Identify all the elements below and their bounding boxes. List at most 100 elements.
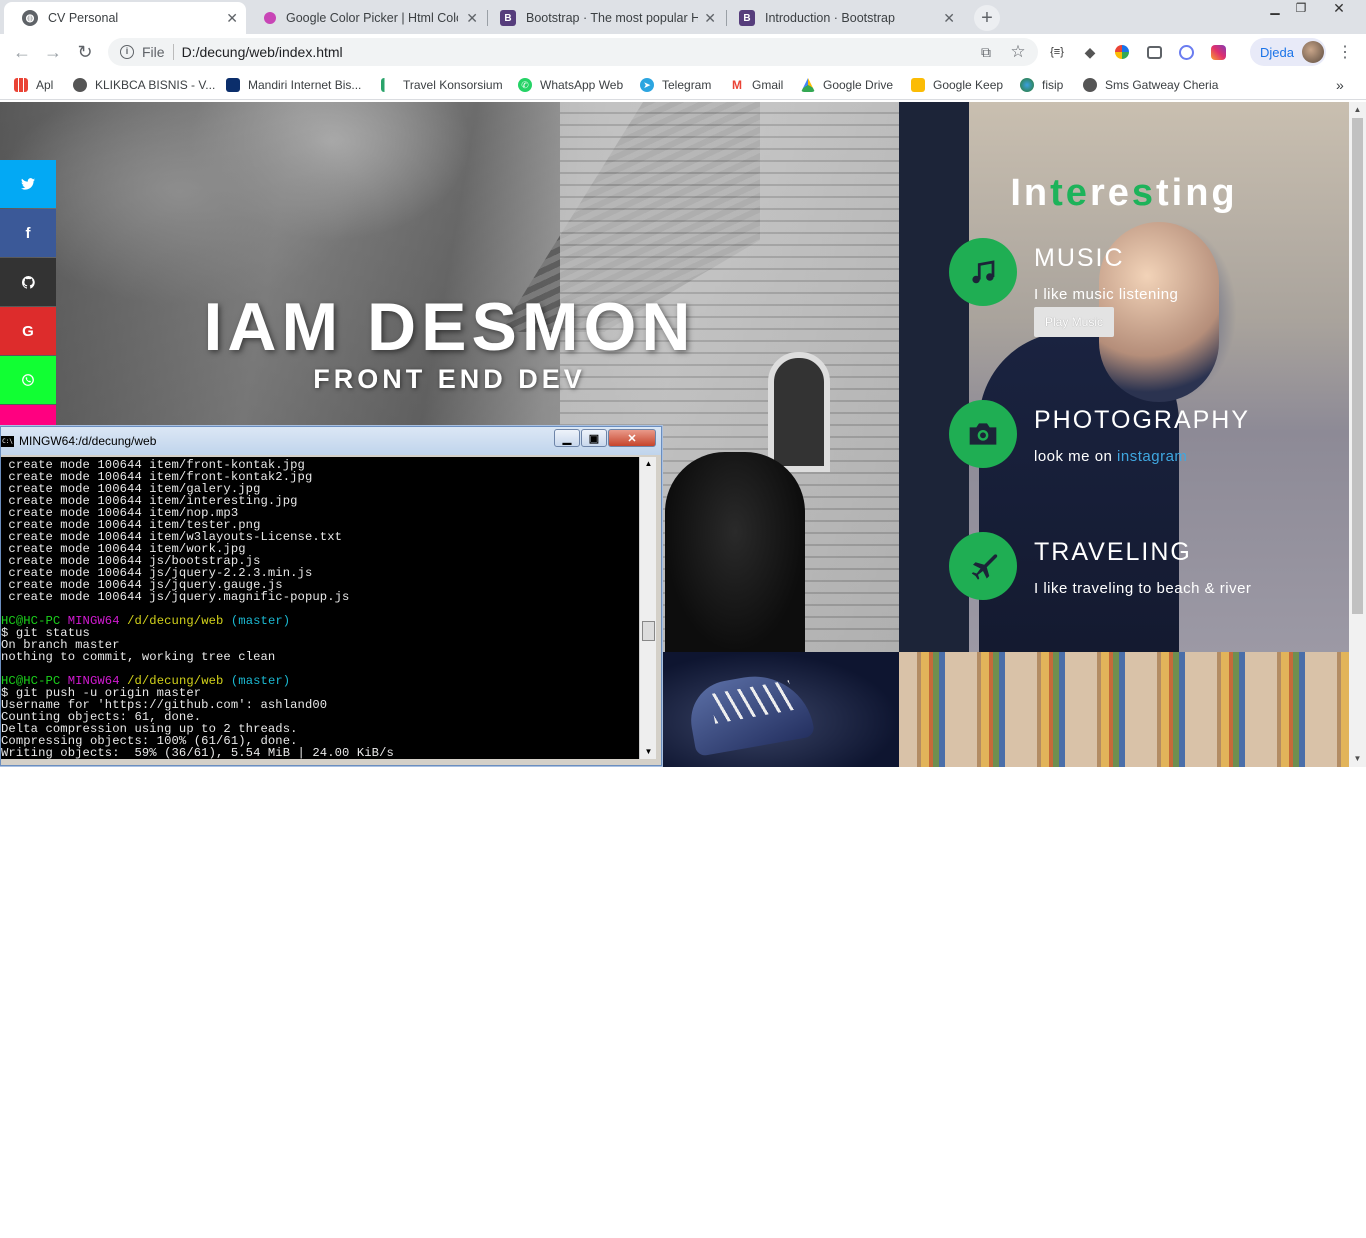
close-icon[interactable]: ✕: [226, 10, 238, 27]
new-tab-button[interactable]: +: [974, 5, 1000, 31]
music-heading: MUSIC: [1034, 244, 1125, 272]
google-icon[interactable]: G: [0, 307, 56, 355]
close-icon[interactable]: ✕: [466, 10, 478, 27]
globe-icon: [1083, 78, 1097, 92]
scroll-thumb[interactable]: [1352, 118, 1363, 614]
globe-extension-icon[interactable]: [1112, 42, 1132, 62]
page-scrollbar[interactable]: ▲ ▼: [1349, 102, 1366, 767]
close-window-button[interactable]: ✕: [1326, 0, 1352, 18]
apps-grid-icon: [14, 78, 28, 92]
menu-kebab-icon[interactable]: ⋮: [1335, 42, 1355, 62]
color-picker-icon: [264, 12, 276, 24]
bookmark-drive[interactable]: Google Drive: [801, 76, 893, 94]
traveling-text: I like traveling to beach & river: [1034, 580, 1252, 597]
layers-extension-icon[interactable]: ◆: [1080, 42, 1100, 62]
tab-color-picker[interactable]: Google Color Picker | Html Color ✕: [244, 2, 486, 34]
music-note-icon: [949, 238, 1017, 306]
facebook-icon[interactable]: f: [0, 209, 56, 257]
terminal-scrollbar[interactable]: ▲ ▼: [639, 457, 656, 759]
bar-signal-icon: [381, 78, 395, 92]
bookmark-klikbca[interactable]: KLIKBCA BISNIS - V...: [73, 76, 215, 94]
tab-bootstrap-home[interactable]: B Bootstrap · The most popular HT ✕: [482, 2, 724, 34]
tab-bootstrap-intro[interactable]: B Introduction · Bootstrap ✕: [721, 2, 963, 34]
address-bar[interactable]: i File D:/decung/web/index.html: [108, 38, 1038, 66]
bookmark-gmail[interactable]: M Gmail: [730, 76, 783, 94]
bookmark-label: fisip: [1042, 78, 1064, 92]
twitter-icon[interactable]: [0, 160, 56, 208]
whatsapp-icon: ✆: [518, 78, 532, 92]
bookmark-label: Travel Konsorsium: [403, 78, 503, 92]
bookmark-apps[interactable]: Apl: [14, 76, 53, 94]
bookmark-label: Sms Gatweay Cheria: [1105, 78, 1219, 92]
globe-icon: [73, 78, 87, 92]
globe-icon: ◍: [22, 10, 38, 26]
forward-button[interactable]: →: [40, 40, 66, 64]
terminal-output[interactable]: create mode 100644 item/front-kontak.jpg…: [1, 457, 639, 759]
bookmark-fisip[interactable]: fisip: [1020, 76, 1063, 94]
tab-title: CV Personal: [48, 11, 119, 25]
interesting-title: Interesting: [1010, 172, 1238, 214]
scroll-down-arrow[interactable]: ▼: [640, 745, 657, 759]
drive-icon: [801, 78, 815, 92]
terminal-line: nothing to commit, working tree clean: [1, 650, 276, 664]
bookmark-telegram[interactable]: ➤ Telegram: [640, 76, 711, 94]
chat-extension-icon[interactable]: [1144, 42, 1164, 62]
bookmark-star-icon[interactable]: ☆: [1008, 42, 1028, 62]
terminal-line: Writing objects: 59% (36/61), 5.54 MiB |…: [1, 746, 394, 759]
whatsapp-icon[interactable]: [0, 356, 56, 404]
terminal-line: HC@HC-PC MINGW64 /d/decung/web (master): [1, 614, 291, 628]
hero-title: IAM DESMON: [203, 289, 696, 365]
reload-button[interactable]: ↻: [72, 40, 98, 64]
bootstrap-icon: B: [500, 10, 516, 26]
photography-text: look me on instagram: [1034, 448, 1188, 465]
url-text[interactable]: D:/decung/web/index.html: [182, 44, 343, 60]
restore-window-button[interactable]: ❐: [1288, 0, 1314, 18]
scroll-down-arrow[interactable]: ▼: [1349, 751, 1366, 767]
terminal-titlebar[interactable]: C:\ MINGW64:/d/decung/web ▁ ▣ ✕: [1, 427, 661, 455]
instagram-link[interactable]: instagram: [1117, 448, 1187, 465]
tab-title: Google Color Picker | Html Color: [286, 11, 458, 25]
terminal-maximize-button[interactable]: ▣: [581, 429, 607, 447]
close-icon[interactable]: ✕: [943, 10, 955, 27]
minimize-window-button[interactable]: ▁: [1262, 0, 1288, 18]
bookmark-keep[interactable]: Google Keep: [911, 76, 1003, 94]
interesting-section: Interesting MUSIC I like music listening…: [899, 102, 1349, 652]
scheme-label: File: [142, 44, 165, 60]
github-icon[interactable]: [0, 258, 56, 306]
terminal-close-button[interactable]: ✕: [608, 429, 656, 447]
terminal-minimize-button[interactable]: ▁: [554, 429, 580, 447]
info-icon[interactable]: i: [120, 45, 134, 59]
hero-subtitle: FRONT END DEV: [313, 364, 586, 394]
tab-strip: ◍ CV Personal ✕ Google Color Picker | Ht…: [0, 0, 1366, 34]
translate-icon[interactable]: ⧉: [976, 42, 996, 62]
bookmark-mandiri[interactable]: Mandiri Internet Bis...: [226, 76, 361, 94]
tab-title: Bootstrap · The most popular HT: [526, 11, 698, 25]
circle-extension-icon[interactable]: [1176, 42, 1196, 62]
bookmark-label: Mandiri Internet Bis...: [248, 78, 362, 92]
music-text: I like music listening: [1034, 286, 1179, 303]
bookmark-whatsapp[interactable]: ✆ WhatsApp Web: [518, 76, 623, 94]
bookmarks-overflow-button[interactable]: »: [1336, 76, 1344, 94]
tab-cv-personal[interactable]: ◍ CV Personal ✕: [4, 2, 246, 34]
bookmark-label: WhatsApp Web: [540, 78, 624, 92]
bookmark-sms-gateway[interactable]: Sms Gatweay Cheria: [1083, 76, 1218, 94]
avatar: [1301, 41, 1324, 63]
telegram-icon: ➤: [640, 78, 654, 92]
terminal-scroll-thumb[interactable]: [642, 621, 655, 641]
close-icon[interactable]: ✕: [704, 10, 716, 27]
back-button[interactable]: ←: [9, 40, 35, 64]
json-extension-icon[interactable]: {≡}: [1047, 42, 1067, 62]
profile-button[interactable]: Djeda: [1250, 38, 1326, 66]
scroll-up-arrow[interactable]: ▲: [1349, 102, 1366, 118]
bookmark-travel[interactable]: Travel Konsorsium: [381, 76, 503, 94]
terminal-window[interactable]: C:\ MINGW64:/d/decung/web ▁ ▣ ✕ create m…: [0, 426, 662, 766]
bookmark-label: Google Keep: [933, 78, 1004, 92]
terminal-icon: C:\: [1, 436, 14, 447]
instagram-extension-icon[interactable]: [1208, 42, 1228, 62]
bookmark-label: KLIKBCA BISNIS - V...: [95, 78, 216, 92]
mandiri-icon: [226, 78, 240, 92]
play-music-button[interactable]: Play Music: [1034, 307, 1114, 337]
scroll-up-arrow[interactable]: ▲: [640, 457, 657, 471]
divider: [172, 44, 174, 60]
bookmark-label: Apl: [36, 78, 54, 92]
